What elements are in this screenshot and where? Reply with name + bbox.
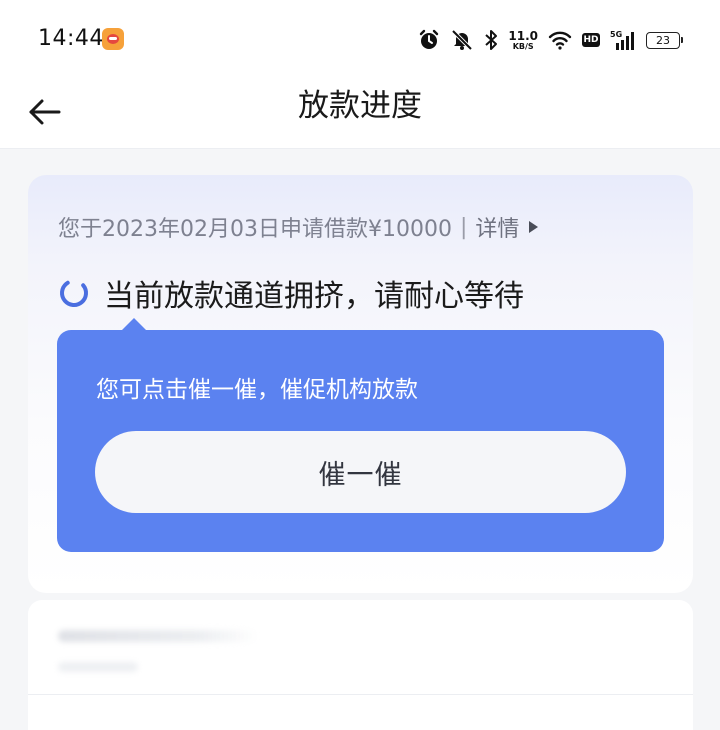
loan-status-text: 当前放款通道拥挤，请耐心等待 — [104, 279, 524, 314]
status-time: 14:44 — [38, 26, 104, 51]
detail-link[interactable]: 详情 — [475, 211, 539, 243]
apply-info-row: 您于2023年02月03日申请借款¥10000 | 详情 — [58, 211, 539, 243]
separator: | — [459, 214, 468, 240]
status-bar: 14:44 11.0 KB/S HD 5G 23 — [0, 0, 720, 80]
signal-icon: 5G — [610, 30, 634, 50]
blurred-placeholder — [58, 662, 138, 672]
bluetooth-icon — [485, 30, 498, 50]
apply-info-text: 您于2023年02月03日申请借款¥10000 — [58, 217, 452, 242]
wifi-icon — [548, 31, 572, 50]
mute-bell-icon — [451, 29, 473, 51]
urge-hint: 您可点击催一催，催促机构放款 — [96, 377, 418, 403]
triangle-right-icon — [529, 221, 539, 233]
urge-tooltip: 您可点击催一催，催促机构放款 催一催 — [57, 318, 664, 552]
net-speed: 11.0 KB/S — [508, 30, 538, 51]
battery-level: 23 — [656, 33, 670, 47]
loading-spinner-icon — [60, 279, 88, 307]
status-icons: 11.0 KB/S HD 5G 23 — [418, 24, 683, 56]
signal-label: 5G — [610, 30, 622, 39]
page-title: 放款进度 — [298, 88, 422, 124]
lower-card — [28, 600, 693, 730]
hd-icon: HD — [582, 33, 600, 47]
alarm-icon — [420, 29, 439, 49]
loan-status-row: 当前放款通道拥挤，请耐心等待 — [58, 271, 524, 315]
blurred-placeholder — [58, 630, 258, 642]
net-speed-value: 11.0 — [508, 28, 538, 43]
app-badge-icon — [102, 28, 124, 50]
urge-button[interactable]: 催一催 — [95, 431, 626, 513]
detail-label: 详情 — [475, 217, 520, 242]
net-speed-unit: KB/S — [512, 41, 534, 51]
progress-card: 您于2023年02月03日申请借款¥10000 | 详情 当前放款通道拥挤，请耐… — [28, 175, 693, 593]
divider — [28, 694, 693, 695]
battery-icon: 23 — [646, 31, 683, 49]
title-bar: 放款进度 — [0, 80, 720, 149]
